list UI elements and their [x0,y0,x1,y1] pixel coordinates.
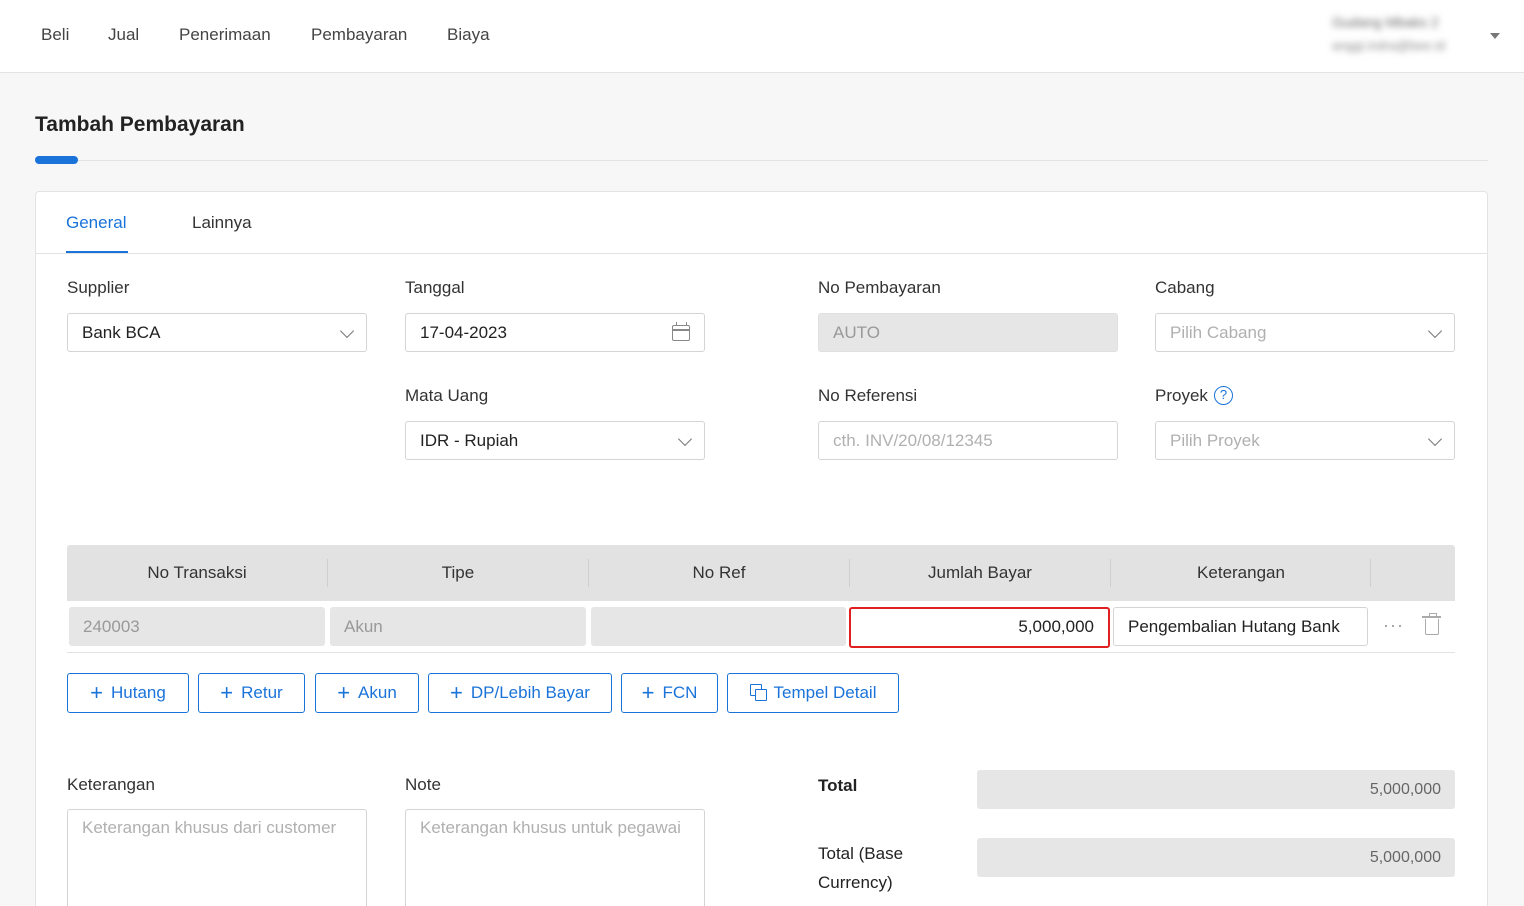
add-akun-button[interactable]: + Akun [315,673,419,713]
keterangan-row-input[interactable]: Pengembalian Hutang Bank [1113,607,1368,646]
no-pembayaran-field: AUTO [818,313,1118,352]
jumlah-bayar-input[interactable]: 5,000,000 [849,607,1110,648]
add-hutang-label: Hutang [111,683,166,702]
cabang-select[interactable]: Pilih Cabang [1155,313,1455,352]
nav-item-pembayaran[interactable]: Pembayaran [311,25,407,45]
column-header-no-transaksi: No Transaksi [147,563,247,582]
caret-down-icon[interactable] [1490,33,1500,39]
total-base-currency-value: 5,000,000 [977,838,1455,877]
proyek-select[interactable]: Pilih Proyek [1155,421,1455,460]
supplier-value: Bank BCA [82,323,161,342]
add-retur-label: Retur [241,683,283,702]
add-dp-button[interactable]: + DP/Lebih Bayar [428,673,612,713]
row-divider [67,652,1455,653]
title-accent-bar [35,156,78,164]
note-label: Note [405,775,441,794]
total-base-currency-label: Total (Base Currency) [818,844,904,892]
tempel-detail-label: Tempel Detail [773,683,877,702]
page-title: Tambah Pembayaran [35,113,245,136]
calendar-icon[interactable] [672,322,690,341]
column-header-keterangan: Keterangan [1197,563,1285,582]
chevron-down-icon [677,431,693,447]
tempel-detail-button[interactable]: Tempel Detail [727,673,899,713]
no-referensi-label: No Referensi [818,386,918,405]
chevron-down-icon [339,323,355,339]
chevron-down-icon [1427,431,1443,447]
help-icon[interactable]: ? [1214,386,1233,405]
add-retur-button[interactable]: + Retur [198,673,305,713]
column-divider [1370,559,1371,587]
more-options-icon[interactable]: ··· [1383,615,1404,636]
plus-icon: + [641,680,655,705]
mata-uang-select[interactable]: IDR - Rupiah [405,421,705,460]
cell-no-ref [591,607,846,646]
column-header-no-ref: No Ref [692,563,746,582]
plus-icon: + [337,680,351,705]
mata-uang-value: IDR - Rupiah [420,431,519,450]
column-header-jumlah-bayar: Jumlah Bayar [928,563,1032,582]
title-divider [78,160,1488,161]
add-dp-label: DP/Lebih Bayar [470,683,590,702]
no-pembayaran-label: No Pembayaran [818,278,941,297]
mata-uang-label: Mata Uang [405,386,489,405]
chevron-down-icon [1427,323,1443,339]
keterangan-textarea[interactable]: Keterangan khusus dari customer [67,809,367,906]
cabang-label: Cabang [1155,278,1215,297]
nav-item-biaya[interactable]: Biaya [447,25,490,45]
add-fcn-label: FCN [662,683,698,702]
no-referensi-input[interactable]: cth. INV/20/08/12345 [818,421,1118,460]
nav-item-penerimaan[interactable]: Penerimaan [179,25,271,45]
user-name: Gudang Mbaks 2 [1332,14,1439,30]
tab-lainnya[interactable]: Lainnya [192,213,252,233]
user-email: anggi.indra@bee.id [1332,38,1445,53]
nav-item-beli[interactable]: Beli [41,25,69,45]
table-header: No Transaksi Tipe No Ref Jumlah Bayar Ke… [67,545,1455,601]
user-menu[interactable]: Gudang Mbaks 2 anggi.indra@bee.id [1332,12,1482,56]
note-placeholder: Keterangan khusus untuk pegawai [420,818,681,837]
cabang-placeholder: Pilih Cabang [1170,323,1267,342]
plus-icon: + [450,680,463,705]
add-fcn-button[interactable]: + FCN [621,673,718,713]
note-textarea[interactable]: Keterangan khusus untuk pegawai [405,809,705,906]
no-pembayaran-value: AUTO [833,323,880,342]
tanggal-date-field[interactable]: 17-04-2023 [405,313,705,352]
keterangan-placeholder: Keterangan khusus dari customer [82,818,337,837]
supplier-label: Supplier [67,278,130,297]
copy-icon [749,684,767,701]
tanggal-label: Tanggal [405,278,465,297]
tab-general[interactable]: General [66,213,126,233]
plus-icon: + [220,680,234,705]
keterangan-label: Keterangan [67,775,155,794]
nav-item-jual[interactable]: Jual [108,25,139,45]
total-label: Total [818,776,858,795]
column-header-tipe: Tipe [441,563,475,582]
proyek-label: Proyek [1155,386,1208,405]
add-akun-label: Akun [358,683,397,702]
no-referensi-placeholder: cth. INV/20/08/12345 [833,431,993,450]
cell-tipe: Akun [330,607,586,646]
total-value: 5,000,000 [977,770,1455,809]
add-hutang-button[interactable]: + Hutang [67,673,189,713]
proyek-placeholder: Pilih Proyek [1170,431,1260,450]
plus-icon: + [90,680,104,705]
top-navbar: Beli Jual Penerimaan Pembayaran Biaya Gu… [0,0,1524,73]
tanggal-value: 17-04-2023 [420,323,507,342]
supplier-select[interactable]: Bank BCA [67,313,367,352]
tabs-divider [36,253,1487,254]
trash-icon[interactable] [1422,613,1441,635]
cell-no-transaksi: 240003 [69,607,325,646]
